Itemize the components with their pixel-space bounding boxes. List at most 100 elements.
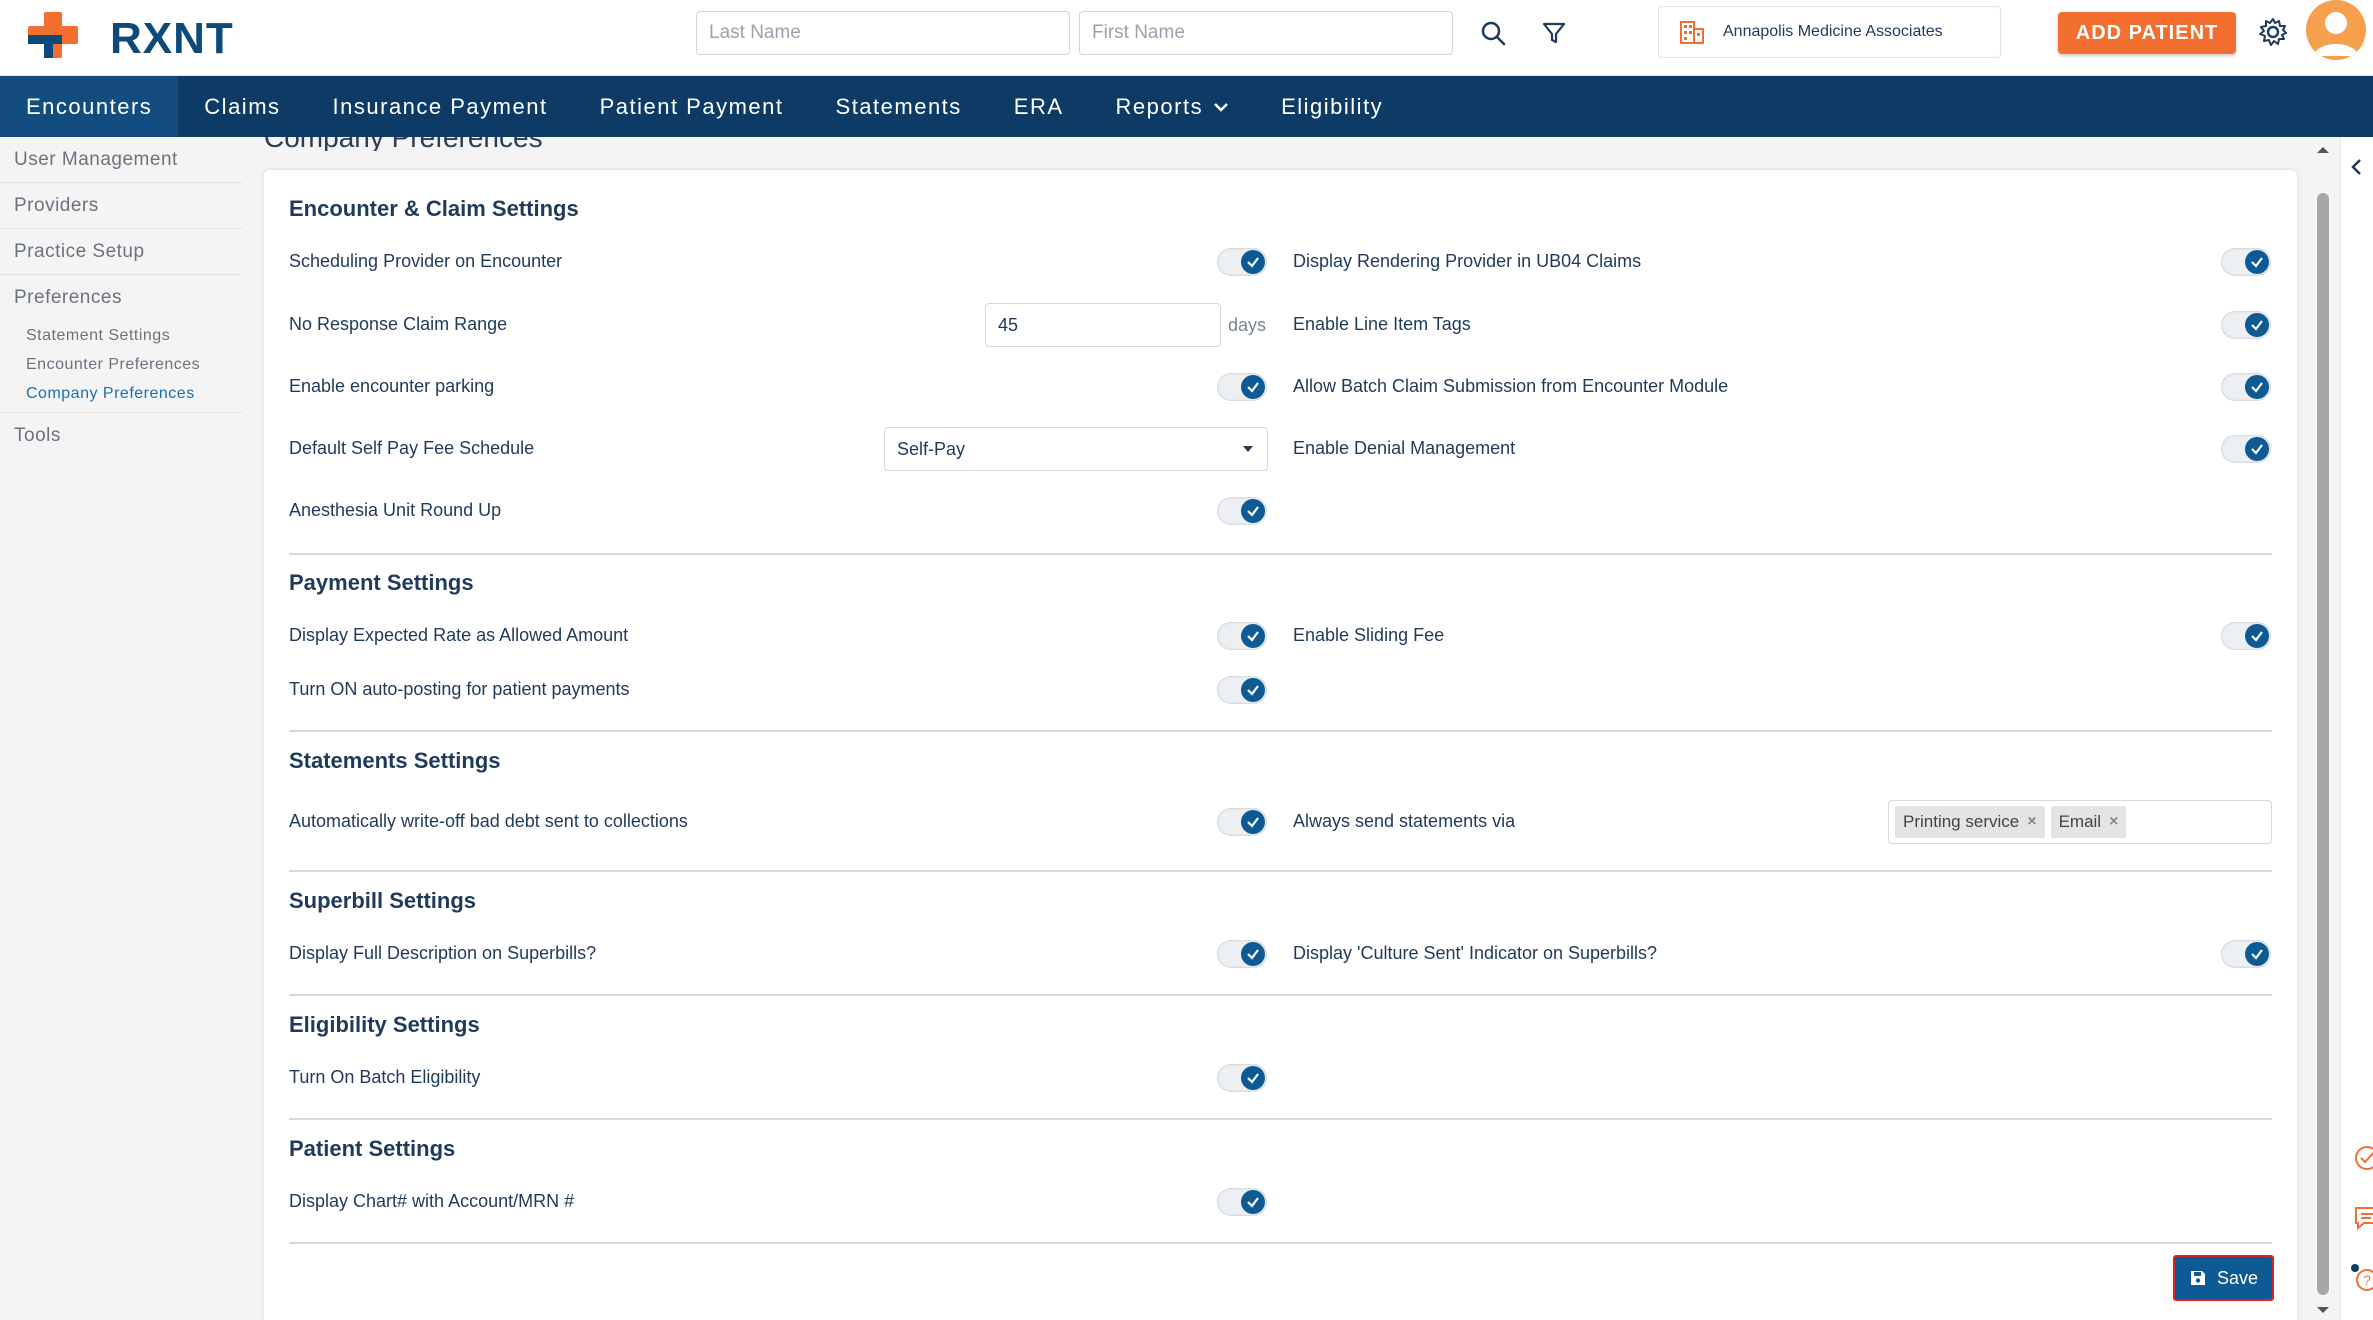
section-divider: [289, 553, 2272, 555]
fee-schedule-value: Self-Pay: [897, 438, 966, 459]
tag-printing-service: Printing service ×: [1895, 806, 2045, 838]
nav-encounters[interactable]: Encounters: [0, 76, 179, 137]
first-name-input[interactable]: [1079, 11, 1453, 55]
tag-label: Printing service: [1903, 812, 2020, 831]
building-icon: [1680, 21, 1704, 44]
sidebar-item-preferences[interactable]: Preferences: [0, 275, 242, 321]
add-patient-button[interactable]: ADD PATIENT: [2058, 12, 2236, 54]
sidebar-item-providers[interactable]: Providers: [0, 183, 242, 229]
label-no-response-range: No Response Claim Range: [289, 314, 508, 334]
toggle-rendering-provider-ub04[interactable]: [2221, 248, 2271, 276]
sidebar-sub-encounter-preferences[interactable]: Encounter Preferences: [0, 350, 242, 379]
label-full-description: Display Full Description on Superbills?: [289, 943, 597, 963]
section-title-superbill: Superbill Settings: [289, 888, 477, 913]
gear-icon[interactable]: [2258, 17, 2288, 47]
label-expected-rate: Display Expected Rate as Allowed Amount: [289, 625, 629, 645]
no-response-range-input[interactable]: [985, 303, 1221, 347]
scroll-thumb[interactable]: [2317, 193, 2329, 1295]
label-rendering-provider-ub04: Display Rendering Provider in UB04 Claim…: [1293, 251, 1642, 271]
sidebar-item-tools[interactable]: Tools: [0, 413, 242, 459]
sidebar-item-practice-setup[interactable]: Practice Setup: [0, 229, 242, 275]
remove-tag-icon[interactable]: ×: [2027, 813, 2036, 831]
label-chart-with-mrn: Display Chart# with Account/MRN #: [289, 1191, 575, 1211]
check-icon: [2245, 437, 2269, 461]
nav-insurance-payment[interactable]: Insurance Payment: [307, 76, 574, 137]
fee-schedule-select[interactable]: Self-Pay: [884, 427, 1268, 471]
toggle-batch-eligibility[interactable]: [1217, 1064, 1267, 1092]
collapse-chevron-icon[interactable]: [2347, 157, 2367, 177]
nav-label: Claims: [204, 93, 281, 119]
save-label: Save: [2216, 1267, 2259, 1288]
scroll-up-icon[interactable]: [2313, 143, 2333, 157]
rxnt-logo[interactable]: RXNT: [26, 8, 233, 64]
filter-icon[interactable]: [1539, 18, 1569, 48]
settings-sidebar: User Management Providers Practice Setup…: [0, 137, 242, 1320]
save-button[interactable]: Save: [2173, 1255, 2274, 1301]
nav-claims[interactable]: Claims: [178, 76, 306, 137]
check-icon: [1241, 250, 1265, 274]
scroll-down-icon[interactable]: [2313, 1303, 2333, 1317]
section-title-statements: Statements Settings: [289, 748, 501, 773]
nav-reports[interactable]: Reports: [1090, 76, 1256, 137]
label-auto-posting: Turn ON auto-posting for patient payment…: [289, 679, 630, 699]
nav-eligibility[interactable]: Eligibility: [1255, 76, 1409, 137]
user-avatar[interactable]: [2306, 0, 2366, 60]
toggle-line-item-tags[interactable]: [2221, 311, 2271, 339]
nav-label: Encounters: [26, 93, 153, 119]
check-icon: [1241, 942, 1265, 966]
check-icon: [1241, 499, 1265, 523]
nav-label: Patient Payment: [599, 93, 784, 119]
toggle-auto-posting[interactable]: [1217, 676, 1267, 704]
last-name-input[interactable]: [696, 11, 1070, 55]
check-icon: [2245, 313, 2269, 337]
toggle-write-off[interactable]: [1217, 808, 1267, 836]
svg-text:?: ?: [2363, 1272, 2371, 1288]
label-sliding-fee: Enable Sliding Fee: [1293, 625, 1445, 645]
label-encounter-parking: Enable encounter parking: [289, 376, 495, 396]
label-denial-management: Enable Denial Management: [1293, 438, 1516, 458]
section-title-patient: Patient Settings: [289, 1136, 456, 1161]
toggle-sliding-fee[interactable]: [2221, 622, 2271, 650]
toggle-denial-management[interactable]: [2221, 435, 2271, 463]
help-icon[interactable]: ?: [2349, 1262, 2373, 1292]
check-icon: [2245, 942, 2269, 966]
remove-tag-icon[interactable]: ×: [2109, 813, 2118, 831]
task-check-icon[interactable]: [2353, 1144, 2373, 1172]
toggle-scheduling-provider[interactable]: [1217, 248, 1267, 276]
user-avatar-icon: [2314, 12, 2358, 56]
toggle-expected-rate[interactable]: [1217, 622, 1267, 650]
section-title-payment: Payment Settings: [289, 570, 474, 595]
nav-patient-payment[interactable]: Patient Payment: [574, 76, 810, 137]
toggle-encounter-parking[interactable]: [1217, 373, 1267, 401]
practice-name: Annapolis Medicine Associates: [1723, 23, 1943, 40]
nav-label: ERA: [1013, 93, 1064, 119]
toggle-anesthesia-round-up[interactable]: [1217, 497, 1267, 525]
sidebar-item-user-management[interactable]: User Management: [0, 137, 242, 183]
check-icon: [1241, 1066, 1265, 1090]
chevron-down-icon: [1214, 102, 1228, 112]
toggle-chart-with-mrn[interactable]: [1217, 1188, 1267, 1216]
sidebar-sub-company-preferences[interactable]: Company Preferences: [0, 379, 242, 413]
floppy-disk-icon: [2190, 1271, 2205, 1285]
caret-down-icon: [1243, 446, 1253, 452]
check-icon: [1241, 1190, 1265, 1214]
practice-selector[interactable]: Annapolis Medicine Associates: [1658, 6, 2001, 58]
section-title-encounter: Encounter & Claim Settings: [289, 196, 579, 221]
label-write-off: Automatically write-off bad debt sent to…: [289, 811, 688, 831]
chat-icon[interactable]: [2353, 1204, 2373, 1232]
search-icon[interactable]: [1478, 18, 1508, 48]
main-scrollbar[interactable]: [2313, 137, 2333, 1320]
toggle-batch-claim-submission[interactable]: [2221, 373, 2271, 401]
nav-era[interactable]: ERA: [988, 76, 1090, 137]
nav-statements[interactable]: Statements: [810, 76, 988, 137]
sidebar-sub-statement-settings[interactable]: Statement Settings: [0, 321, 242, 350]
label-scheduling-provider: Scheduling Provider on Encounter: [289, 251, 563, 271]
label-anesthesia-round-up: Anesthesia Unit Round Up: [289, 500, 502, 520]
nav-label: Insurance Payment: [332, 93, 548, 119]
toggle-full-description[interactable]: [1217, 940, 1267, 968]
label-culture-sent: Display 'Culture Sent' Indicator on Supe…: [1293, 943, 1658, 963]
tag-email: Email ×: [2050, 806, 2127, 838]
toggle-culture-sent[interactable]: [2221, 940, 2271, 968]
label-batch-claim-submission: Allow Batch Claim Submission from Encoun…: [1293, 376, 1729, 396]
send-via-multiselect[interactable]: Printing service × Email ×: [1888, 800, 2272, 844]
